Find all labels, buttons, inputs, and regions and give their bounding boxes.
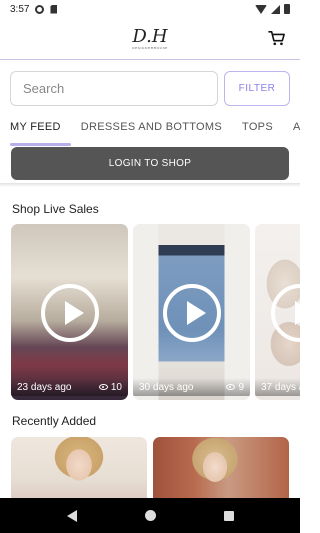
tab-tops[interactable]: TOPS bbox=[232, 116, 283, 146]
search-row: FILTER bbox=[10, 71, 290, 107]
live-sale-card[interactable]: 30 days ago 9 bbox=[133, 224, 250, 400]
section-divider bbox=[0, 183, 300, 187]
app-header: D.H DESIGNERHOUSE bbox=[0, 18, 300, 60]
sd-card-icon bbox=[50, 4, 58, 14]
logo-text: D.H bbox=[132, 25, 168, 47]
product-card[interactable] bbox=[11, 437, 147, 498]
product-thumbnail bbox=[153, 437, 289, 498]
live-sale-meta: 37 days ago bbox=[255, 378, 300, 396]
live-sale-card[interactable]: 23 days ago 10 bbox=[11, 224, 128, 400]
product-thumbnail bbox=[11, 437, 147, 498]
home-icon[interactable] bbox=[144, 510, 156, 521]
live-sale-age: 37 days ago bbox=[261, 381, 300, 393]
live-sale-view-count: 9 bbox=[238, 381, 244, 393]
live-sale-views: 9 bbox=[226, 382, 244, 393]
tab-my-feed[interactable]: MY FEED bbox=[0, 116, 71, 146]
live-sales-title: Shop Live Sales bbox=[12, 202, 99, 216]
eye-icon bbox=[226, 384, 236, 390]
system-navigation-bar bbox=[0, 498, 300, 533]
status-time: 3:57 bbox=[10, 3, 30, 15]
wifi-icon bbox=[255, 4, 267, 14]
settings-icon bbox=[35, 4, 45, 14]
cell-signal-icon bbox=[271, 4, 280, 14]
live-sales-carousel[interactable]: 23 days ago 10 30 days ago 9 37 days ago bbox=[11, 224, 300, 400]
live-sale-view-count: 10 bbox=[110, 381, 122, 393]
tab-dresses-and-bottoms[interactable]: DRESSES AND BOTTOMS bbox=[71, 116, 232, 146]
status-bar: 3:57 bbox=[0, 0, 300, 18]
live-sale-age: 23 days ago bbox=[17, 381, 72, 393]
recent-apps-icon[interactable] bbox=[223, 510, 234, 521]
cart-icon[interactable] bbox=[268, 30, 286, 46]
play-icon[interactable] bbox=[162, 284, 221, 342]
eye-icon bbox=[98, 384, 108, 390]
search-input[interactable] bbox=[10, 71, 218, 106]
category-tabs: MY FEED DRESSES AND BOTTOMS TOPS ACCESSO… bbox=[0, 116, 300, 146]
live-sale-age: 30 days ago bbox=[139, 381, 194, 393]
live-sale-views: 10 bbox=[98, 381, 122, 393]
logo-subtext: DESIGNERHOUSE bbox=[132, 45, 168, 50]
live-sale-meta: 30 days ago 9 bbox=[133, 378, 250, 396]
battery-icon bbox=[284, 4, 290, 14]
live-sale-card[interactable]: 37 days ago bbox=[255, 224, 300, 400]
product-card[interactable] bbox=[153, 437, 289, 498]
tab-accessories[interactable]: ACCESSORIES bbox=[283, 116, 300, 146]
filter-button[interactable]: FILTER bbox=[224, 71, 290, 106]
recently-added-title: Recently Added bbox=[12, 414, 97, 428]
brand-logo[interactable]: D.H DESIGNERHOUSE bbox=[132, 25, 168, 50]
login-to-shop-button[interactable]: LOGIN TO SHOP bbox=[11, 147, 289, 180]
recently-added-carousel[interactable] bbox=[11, 437, 300, 498]
back-icon[interactable] bbox=[66, 509, 77, 522]
play-icon[interactable] bbox=[40, 284, 99, 342]
live-sale-meta: 23 days ago 10 bbox=[11, 378, 128, 396]
